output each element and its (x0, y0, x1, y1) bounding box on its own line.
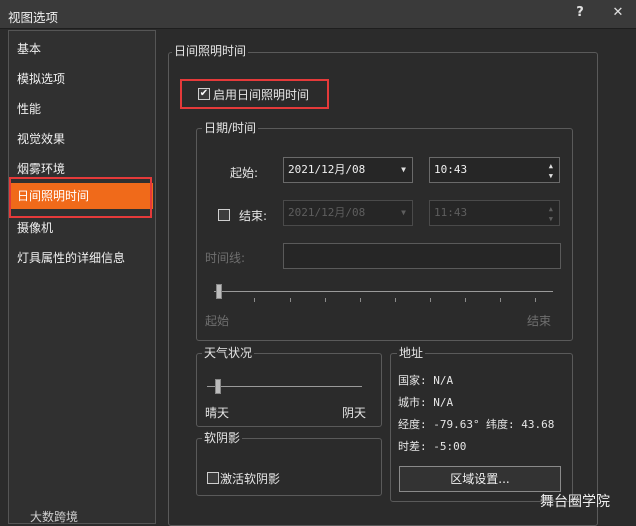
slider-tick (395, 298, 396, 302)
highlight-box-checkbox (180, 79, 329, 109)
slider-tick (430, 298, 431, 302)
region-settings-button[interactable]: 区域设置... (399, 466, 561, 492)
slider-tick (360, 298, 361, 302)
spin-up-icon[interactable]: ▲ (549, 205, 553, 213)
chevron-down-icon: ▼ (401, 165, 406, 174)
sidebar-item-camera[interactable]: 摄像机 (11, 215, 153, 241)
sidebar: 基本 模拟选项 性能 视觉效果 烟雾环境 日间照明时间 摄像机 灯具属性的详细信… (8, 30, 156, 524)
longitude-value: 经度: -79.63° (398, 418, 480, 431)
slider-tick (325, 298, 326, 302)
highlight-box-sidebar (9, 177, 152, 218)
weather-slider-thumb[interactable] (215, 379, 221, 394)
start-date-dropdown[interactable]: 2021/12月/08 ▼ (283, 157, 413, 183)
close-button[interactable]: ✕ (608, 3, 628, 23)
watermark-left: 大数跨境 (30, 510, 79, 524)
datetime-group-title: 日期/时间 (202, 121, 259, 135)
daylight-group-title: 日间照明时间 (172, 44, 249, 58)
spin-up-icon[interactable]: ▲ (549, 162, 553, 170)
soft-shadow-group-title: 软阴影 (202, 431, 243, 445)
start-label: 起始: (230, 166, 259, 180)
country-value: 国家: N/A (398, 374, 454, 387)
city-value: 城市: N/A (398, 396, 454, 409)
timeline-label: 时间线: (205, 251, 246, 265)
end-label: 结束: (239, 209, 268, 223)
address-group-title: 地址 (397, 346, 426, 360)
end-checkbox[interactable] (218, 209, 230, 221)
end-date-dropdown[interactable]: 2021/12月/08 ▼ (283, 200, 413, 226)
spin-down-icon[interactable]: ▼ (549, 172, 553, 180)
sidebar-item-simulation[interactable]: 模拟选项 (11, 66, 153, 92)
timeline-slider-track[interactable] (214, 291, 553, 292)
weather-left-label: 晴天 (205, 406, 230, 420)
soft-shadow-label[interactable]: 激活软阴影 (220, 470, 280, 487)
latitude-value: 纬度: 43.68 (486, 418, 555, 431)
end-time-spinner[interactable]: 11:43 ▲ ▼ (429, 200, 560, 226)
title-bar: 视图选项 ? ✕ (0, 0, 636, 29)
soft-shadow-group (196, 438, 382, 496)
slider-tick (254, 298, 255, 302)
slider-tick (500, 298, 501, 302)
timezone-value: 时差: -5:00 (398, 440, 467, 453)
slider-tick (465, 298, 466, 302)
slider-tick (290, 298, 291, 302)
timeline-end-label: 结束 (527, 314, 552, 328)
sidebar-item-basic[interactable]: 基本 (11, 36, 153, 62)
sidebar-item-performance[interactable]: 性能 (11, 96, 153, 122)
slider-tick (535, 298, 536, 302)
sidebar-item-visual-effects[interactable]: 视觉效果 (11, 126, 153, 152)
weather-right-label: 阴天 (342, 406, 367, 420)
timeline-start-label: 起始 (205, 314, 230, 328)
timeline-slider-thumb[interactable] (216, 284, 222, 299)
soft-shadow-checkbox[interactable] (207, 472, 219, 484)
weather-slider-track[interactable] (207, 386, 362, 387)
watermark-right: 舞台圈学院 (540, 494, 610, 510)
help-button[interactable]: ? (570, 3, 590, 23)
chevron-down-icon: ▼ (401, 208, 406, 217)
weather-group-title: 天气状况 (202, 346, 255, 360)
timeline-field[interactable] (283, 243, 561, 269)
start-time-spinner[interactable]: 10:43 ▲ ▼ (429, 157, 560, 183)
sidebar-item-fixture-details[interactable]: 灯具属性的详细信息 (11, 245, 153, 271)
spin-down-icon[interactable]: ▼ (549, 215, 553, 223)
window-title: 视图选项 (8, 10, 59, 25)
